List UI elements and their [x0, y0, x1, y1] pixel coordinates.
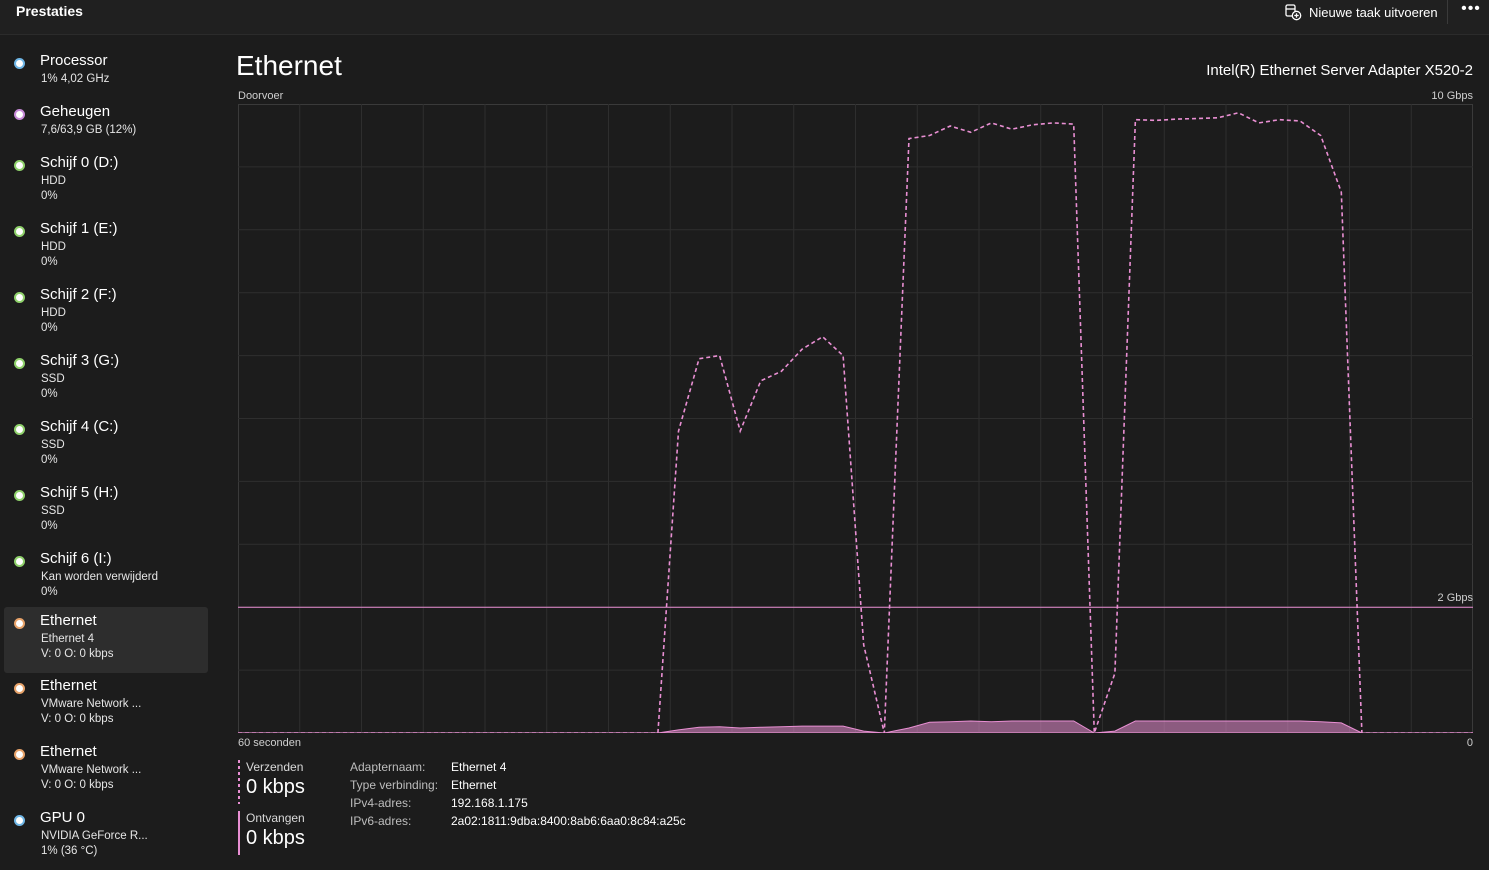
- detail-key: Type verbinding:: [350, 778, 439, 792]
- new-task-icon: [1285, 4, 1302, 21]
- detail-value: Ethernet: [451, 778, 497, 792]
- time-span-label: 60 seconden: [238, 737, 301, 749]
- status-dot: [14, 618, 25, 629]
- status-dot: [14, 490, 25, 501]
- send-legend-marker: [238, 760, 240, 804]
- sidebar-item-detail: VMware Network ...: [41, 698, 142, 710]
- sidebar-item-name: GPU 0: [40, 809, 86, 826]
- status-dot: [14, 815, 25, 826]
- send-label: Verzenden: [246, 760, 304, 774]
- header-divider: [1447, 0, 1448, 24]
- status-dot: [14, 683, 25, 694]
- sidebar-item-name: Ethernet: [40, 743, 97, 760]
- sidebar-item[interactable]: Ethernet VMware Network ... V: 0 O: 0 kbps: [4, 673, 208, 739]
- sidebar-item-name: Ethernet: [40, 612, 97, 629]
- sidebar-item-name: Geheugen: [40, 103, 111, 120]
- sidebar-item-name: Schijf 6 (I:): [40, 550, 112, 567]
- status-dot: [14, 58, 25, 69]
- send-value: 0 kbps: [246, 776, 305, 798]
- receive-label: Ontvangen: [246, 811, 305, 825]
- sidebar-item-usage: 0%: [41, 388, 58, 400]
- run-new-task-button[interactable]: Nieuwe taak uitvoeren: [1284, 2, 1438, 22]
- sidebar-item-name: Schijf 0 (D:): [40, 154, 119, 171]
- max-value-label: 10 Gbps: [1431, 90, 1473, 102]
- sidebar-item[interactable]: Schijf 5 (H:) SSD 0%: [4, 480, 208, 546]
- sidebar-item-usage: V: 0 O: 0 kbps: [41, 648, 114, 660]
- sidebar-item-usage: 0%: [41, 586, 58, 598]
- status-dot: [14, 556, 25, 567]
- status-dot: [14, 424, 25, 435]
- run-new-task-label: Nieuwe taak uitvoeren: [1309, 4, 1438, 20]
- sidebar-item-usage: 0%: [41, 256, 58, 268]
- sidebar-item-name: Schijf 4 (C:): [40, 418, 119, 435]
- sidebar-item-detail: 1% 4,02 GHz: [41, 73, 110, 85]
- sidebar-item-usage: 0%: [41, 322, 58, 334]
- sidebar-item-usage: 0%: [41, 190, 58, 202]
- sidebar-item[interactable]: Schijf 3 (G:) SSD 0%: [4, 348, 208, 414]
- zero-label: 0: [1466, 737, 1473, 749]
- sidebar-item-detail: Ethernet 4: [41, 633, 95, 645]
- sidebar-item[interactable]: Schijf 0 (D:) HDD 0%: [4, 150, 208, 216]
- sidebar-item-detail: SSD: [41, 505, 65, 517]
- sidebar-item-detail: SSD: [41, 373, 65, 385]
- header-bar: Prestaties Nieuwe taak uitvoeren •••: [0, 0, 1489, 35]
- sidebar-item[interactable]: Geheugen 7,6/63,9 GB (12%): [4, 99, 208, 149]
- sidebar-item[interactable]: Schijf 4 (C:) SSD 0%: [4, 414, 208, 480]
- sidebar-item[interactable]: Ethernet Ethernet 4 V: 0 O: 0 kbps: [4, 607, 208, 673]
- detail-key: IPv6-adres:: [350, 814, 412, 828]
- status-dot: [14, 358, 25, 369]
- sidebar-item-usage: 1% (36 °C): [41, 845, 98, 857]
- sidebar-item-detail: HDD: [41, 307, 66, 319]
- status-dot: [14, 160, 25, 171]
- sidebar-item[interactable]: Ethernet VMware Network ... V: 0 O: 0 kbps: [4, 739, 208, 805]
- sidebar-item[interactable]: GPU 0 NVIDIA GeForce R... 1% (36 °C): [4, 805, 208, 870]
- throughput-chart: [238, 104, 1473, 733]
- sidebar-item-detail: SSD: [41, 439, 65, 451]
- sidebar-item-usage: V: 0 O: 0 kbps: [41, 713, 114, 725]
- sidebar-item-name: Schijf 1 (E:): [40, 220, 118, 237]
- sidebar-item-detail: HDD: [41, 175, 66, 187]
- sidebar-item-usage: V: 0 O: 0 kbps: [41, 779, 114, 791]
- sidebar-item-detail: HDD: [41, 241, 66, 253]
- detail-value: 192.168.1.175: [451, 796, 528, 810]
- sidebar-item-name: Schijf 3 (G:): [40, 352, 120, 369]
- sidebar-item-name: Ethernet: [40, 677, 97, 694]
- detail-key: Adapternaam:: [350, 760, 426, 774]
- sidebar-item[interactable]: Schijf 1 (E:) HDD 0%: [4, 216, 208, 282]
- throughput-label: Doorvoer: [238, 90, 284, 102]
- sidebar-item-detail: Kan worden verwijderd: [41, 571, 158, 583]
- sidebar-item-name: Schijf 5 (H:): [40, 484, 119, 501]
- sidebar-item-detail: VMware Network ...: [41, 764, 142, 776]
- adapter-name: Intel(R) Ethernet Server Adapter X520-2: [1206, 62, 1473, 79]
- sidebar: Processor 1% 4,02 GHz Geheugen 7,6/63,9 GB …: [0, 35, 212, 870]
- detail-value: 2a02:1811:9dba:8400:8ab6:6aa0:8c84:a25c: [451, 814, 686, 828]
- more-options-button[interactable]: •••: [1458, 0, 1484, 22]
- status-dot: [14, 109, 25, 120]
- sidebar-item-name: Processor: [40, 52, 108, 69]
- sidebar-item-usage: 0%: [41, 454, 58, 466]
- sidebar-item-usage: 0%: [41, 520, 58, 532]
- sidebar-item-name: Schijf 2 (F:): [40, 286, 117, 303]
- sidebar-item-detail: NVIDIA GeForce R...: [41, 830, 148, 842]
- detail-key: IPv4-adres:: [350, 796, 412, 810]
- sidebar-item[interactable]: Schijf 6 (I:) Kan worden verwijderd 0%: [4, 546, 208, 612]
- status-dot: [14, 292, 25, 303]
- task-manager-window: Prestaties Nieuwe taak uitvoeren ••• Pro…: [0, 0, 1489, 870]
- reference-line-label: 2 Gbps: [1437, 592, 1473, 604]
- sidebar-item[interactable]: Processor 1% 4,02 GHz: [4, 48, 208, 98]
- detail-value: Ethernet 4: [451, 760, 507, 774]
- main-title: Ethernet: [236, 50, 342, 81]
- sidebar-item[interactable]: Schijf 2 (F:) HDD 0%: [4, 282, 208, 348]
- status-dot: [14, 749, 25, 760]
- receive-value: 0 kbps: [246, 827, 305, 849]
- page-title: Prestaties: [16, 3, 83, 19]
- status-dot: [14, 226, 25, 237]
- sidebar-item-detail: 7,6/63,9 GB (12%): [41, 124, 137, 136]
- receive-legend-marker: [238, 811, 240, 855]
